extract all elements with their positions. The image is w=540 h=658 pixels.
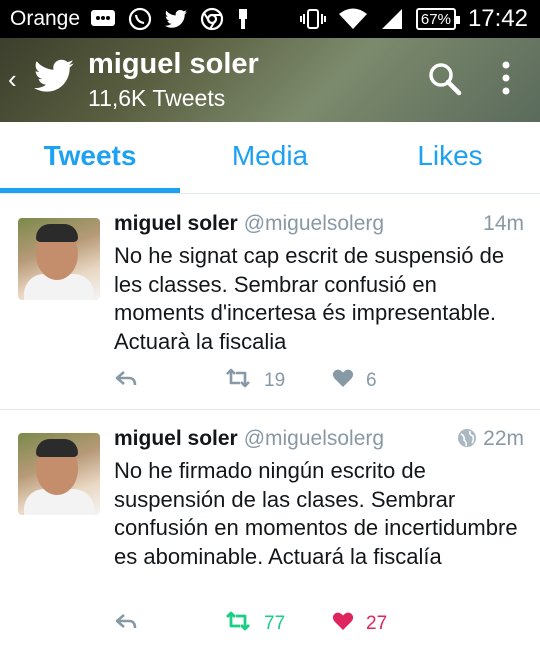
tweet-count: 11,6K Tweets xyxy=(88,85,226,111)
tweet-header: miguel soler @miguelsolerg 14m xyxy=(114,212,524,242)
carrier-label: Orange xyxy=(10,7,81,30)
profile-name: miguel soler xyxy=(88,48,259,80)
profile-tabs: Tweets Media Likes xyxy=(0,122,540,194)
tab-likes[interactable]: Likes xyxy=(360,122,540,193)
avatar[interactable] xyxy=(18,218,100,300)
chrome-icon xyxy=(200,7,224,31)
usb-icon xyxy=(236,7,250,31)
battery-indicator: 67% xyxy=(415,8,460,30)
twitter-logo-icon[interactable] xyxy=(32,58,76,99)
tab-tweets[interactable]: Tweets xyxy=(0,122,180,193)
retweet-button[interactable]: 77 xyxy=(224,611,285,637)
like-button[interactable]: 27 xyxy=(332,611,387,637)
tweet-author-handle[interactable]: @miguelsolerg xyxy=(244,212,384,235)
search-icon[interactable] xyxy=(428,62,462,101)
tweet-author-name[interactable]: miguel soler xyxy=(114,212,238,235)
reply-icon xyxy=(114,611,138,637)
back-chevron-icon[interactable]: ‹ xyxy=(8,64,17,95)
tweet-actions: 77 27 xyxy=(114,611,494,641)
tweet-timestamp: 22m xyxy=(483,427,524,450)
retweet-count: 77 xyxy=(264,613,286,634)
retweet-count: 19 xyxy=(264,370,286,391)
tweet-author-handle[interactable]: @miguelsolerg xyxy=(244,427,384,450)
tweet-timestamp: 14m xyxy=(483,212,524,235)
globe-icon xyxy=(457,428,477,454)
reply-button[interactable] xyxy=(114,368,138,394)
like-count: 27 xyxy=(366,613,388,634)
tweet-header: miguel soler @miguelsolerg 22m xyxy=(114,427,524,457)
avatar[interactable] xyxy=(18,433,100,515)
retweet-button[interactable]: 19 xyxy=(224,368,285,394)
vibrate-icon xyxy=(299,7,326,31)
tweet-text: No he firmado ningún escrito de suspensi… xyxy=(114,458,518,569)
like-count: 6 xyxy=(366,370,377,391)
reply-button[interactable] xyxy=(114,611,138,637)
tweet-item[interactable]: miguel soler @miguelsolerg 22m No he firm… xyxy=(0,411,540,658)
tweet-author-name[interactable]: miguel soler xyxy=(114,427,238,450)
retweet-icon xyxy=(224,611,252,637)
signal-icon xyxy=(380,7,404,31)
retweet-icon xyxy=(224,368,252,394)
message-icon xyxy=(90,7,116,31)
more-options-icon[interactable] xyxy=(500,60,512,101)
tweet-timestamp-group: 22m xyxy=(457,427,524,454)
wifi-icon xyxy=(338,7,368,31)
tweet-item[interactable]: miguel soler @miguelsolerg 14m No he sign… xyxy=(0,196,540,410)
profile-header: ‹ miguel soler 11,6K Tweets xyxy=(0,38,540,122)
tweet-actions: 19 6 xyxy=(114,368,494,398)
heart-icon xyxy=(332,368,354,394)
like-button[interactable]: 6 xyxy=(332,368,377,394)
twitter-notification-icon xyxy=(164,7,188,31)
clock: 17:42 xyxy=(467,5,528,32)
reply-icon xyxy=(114,368,138,394)
status-bar: Orange 67% 17:42 xyxy=(0,0,540,38)
tweet-text: No he signat cap escrit de suspensió de … xyxy=(114,243,505,354)
whatsapp-icon xyxy=(128,7,152,31)
tab-media[interactable]: Media xyxy=(180,122,360,193)
heart-icon xyxy=(332,611,354,637)
